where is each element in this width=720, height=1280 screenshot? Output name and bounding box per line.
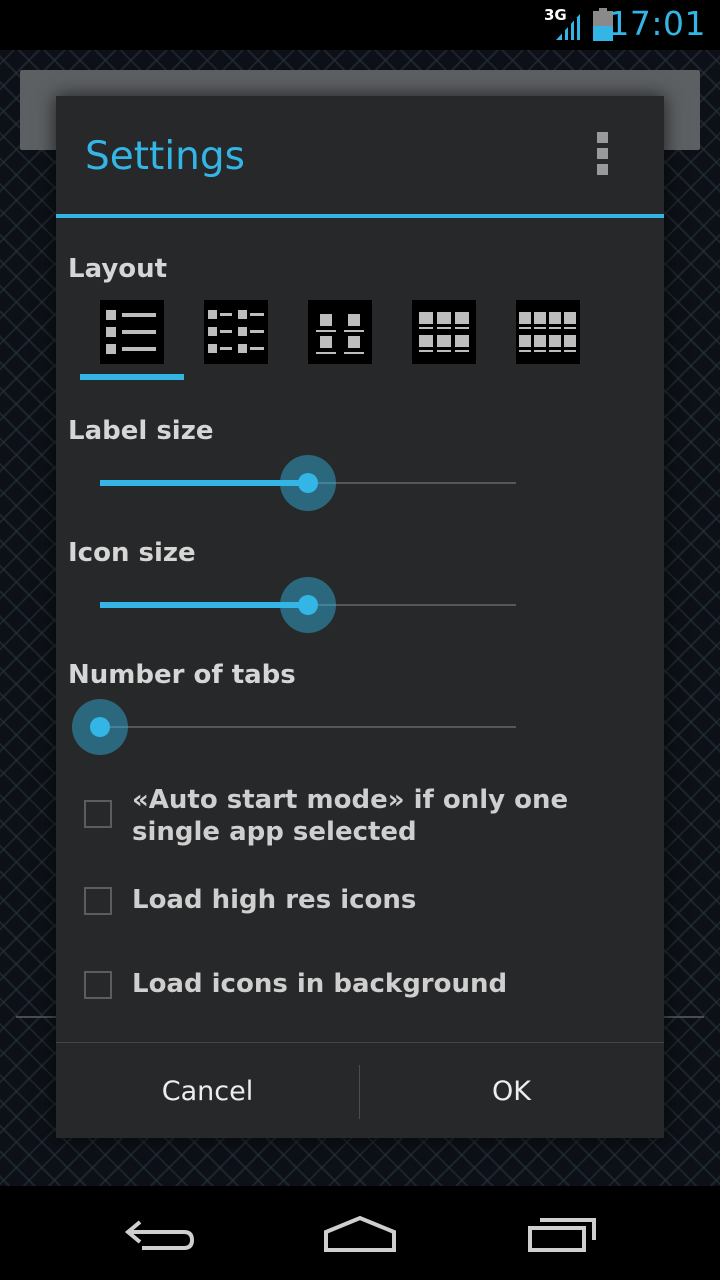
dialog-title: Settings [85, 134, 245, 179]
label-size-slider[interactable] [100, 453, 516, 513]
number-of-tabs-slider[interactable] [72, 697, 516, 757]
layout-option-grid-2[interactable] [308, 300, 372, 364]
slider-track [100, 726, 516, 728]
back-icon [124, 1220, 195, 1250]
layout-options [80, 300, 580, 384]
load-high-res-icons-option[interactable]: Load high res icons [84, 884, 644, 924]
back-button[interactable] [110, 1204, 210, 1264]
slider-thumb[interactable] [72, 699, 128, 755]
label-size-label: Label size [68, 416, 214, 446]
slider-fill [100, 480, 308, 486]
layout-label: Layout [68, 254, 168, 284]
cancel-button[interactable]: Cancel [56, 1043, 359, 1139]
icon-size-label: Icon size [68, 538, 196, 568]
auto-start-mode-label: «Auto start mode» if only one single app… [132, 785, 569, 847]
number-of-tabs-label: Number of tabs [68, 660, 296, 690]
ok-button[interactable]: OK [360, 1043, 663, 1139]
title-divider [56, 214, 664, 218]
signal-icon [556, 14, 580, 40]
grid-2-icon [316, 314, 364, 354]
settings-dialog: Settings Layout Label size Icon size Num… [56, 96, 664, 1138]
layout-option-grid-4[interactable] [516, 300, 580, 364]
slider-fill [100, 602, 308, 608]
load-icons-in-background-option[interactable]: Load icons in background [84, 968, 644, 1008]
navigation-bar [0, 1186, 720, 1280]
clock: 17:01 [608, 4, 706, 43]
load-high-res-icons-checkbox[interactable] [84, 887, 112, 915]
status-bar: 3G 17:01 [0, 0, 720, 50]
home-icon [324, 1215, 396, 1252]
recents-button[interactable] [510, 1204, 610, 1264]
slider-thumb[interactable] [280, 577, 336, 633]
two-column-list-icon [208, 310, 264, 353]
load-icons-in-background-checkbox[interactable] [84, 971, 112, 999]
overflow-menu-icon[interactable] [594, 132, 612, 178]
list-layout-icon [106, 310, 156, 354]
home-button[interactable] [310, 1204, 410, 1264]
auto-start-mode-checkbox[interactable] [84, 800, 112, 828]
grid-4-icon [519, 312, 576, 352]
recents-icon [528, 1218, 596, 1252]
layout-selected-indicator [80, 374, 184, 380]
dialog-button-bar: Cancel OK [56, 1042, 664, 1139]
load-high-res-icons-label: Load high res icons [132, 885, 417, 915]
layout-option-list[interactable] [100, 300, 164, 364]
auto-start-mode-option[interactable]: «Auto start mode» if only one single app… [84, 784, 644, 854]
slider-thumb[interactable] [280, 455, 336, 511]
layout-option-grid-3[interactable] [412, 300, 476, 364]
icon-size-slider[interactable] [100, 575, 516, 635]
load-icons-in-background-label: Load icons in background [132, 969, 508, 999]
grid-3-icon [419, 312, 469, 352]
layout-option-two-column-list[interactable] [204, 300, 268, 364]
